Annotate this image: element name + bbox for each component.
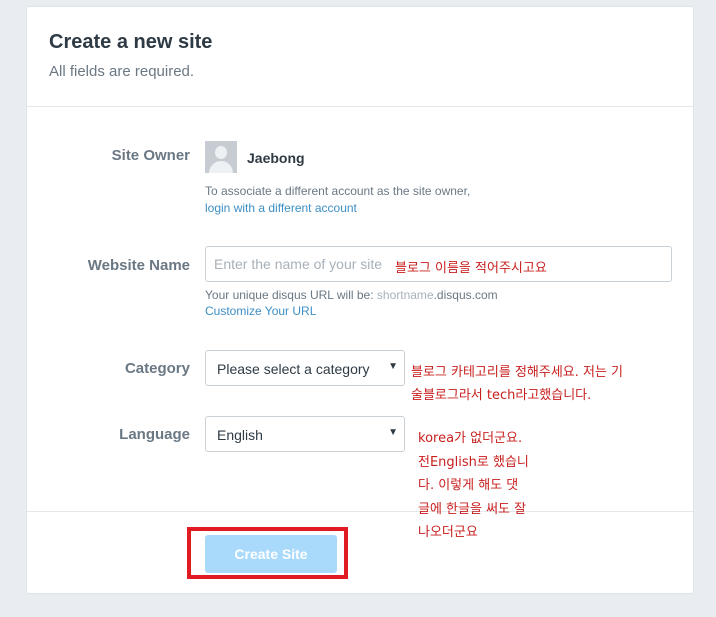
disqus-url-hint: Your unique disqus URL will be: shortnam… <box>205 288 498 302</box>
annotation-category-note-2: 술블로그라서 tech라고했습니다. <box>411 388 592 403</box>
url-shortname: shortname <box>376 288 434 302</box>
dropdown-arrow-icon: ▼ <box>388 427 398 438</box>
annotation-language-note: korea가 없더군요. 전English로 했습니 다. 이렇게 해도 댓 글… <box>418 427 529 545</box>
annotation-language-line: 글에 한글을 써도 잘 <box>418 501 527 517</box>
language-label: Language <box>119 426 190 443</box>
site-owner-label: Site Owner <box>111 147 190 164</box>
owner-name: Jaebong <box>247 150 305 166</box>
category-select[interactable]: Please select a category ▼ <box>205 350 405 386</box>
owner-hint: To associate a different account as the … <box>205 184 471 198</box>
card-header: Create a new site All fields are require… <box>27 7 693 107</box>
page-title: Create a new site <box>49 31 213 53</box>
annotation-name-note: 블로그 이름을 적어주시고요 <box>395 261 547 276</box>
annotation-language-line: korea가 없더군요. <box>418 431 523 446</box>
footer-divider <box>27 511 693 512</box>
url-prefix: Your unique disqus URL will be: <box>205 288 377 302</box>
login-different-account-link[interactable]: login with a different account <box>205 201 357 215</box>
category-label: Category <box>124 360 190 377</box>
website-name-label: Website Name <box>87 257 190 274</box>
category-selected-value: Please select a category <box>217 361 370 377</box>
user-avatar-icon <box>205 141 237 173</box>
dropdown-arrow-icon: ▼ <box>388 361 398 372</box>
annotation-language-line: 나오더군요 <box>418 525 478 540</box>
page-subtitle: All fields are required. <box>49 63 195 80</box>
language-select[interactable]: English ▼ <box>205 416 405 452</box>
customize-url-link[interactable]: Customize Your URL <box>205 304 316 318</box>
annotation-category-note-1: 블로그 카테고리를 정해주세요. 저는 기 <box>411 365 624 380</box>
url-suffix: .disqus.com <box>433 288 498 302</box>
create-site-card: Create a new site All fields are require… <box>26 6 694 594</box>
annotation-language-line: 다. 이렇게 해도 댓 <box>418 478 519 493</box>
language-selected-value: English <box>217 427 263 443</box>
create-site-button[interactable]: Create Site <box>205 535 337 573</box>
annotation-language-line: 전English로 했습니 <box>418 454 529 470</box>
